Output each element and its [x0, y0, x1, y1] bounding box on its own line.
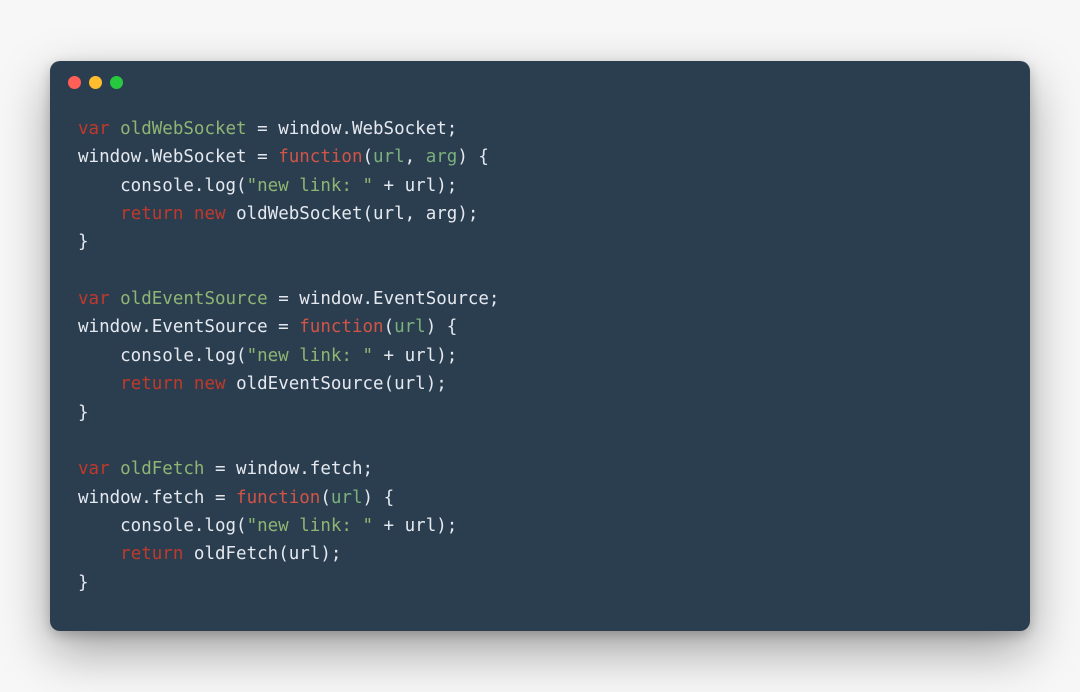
close-icon[interactable] [68, 76, 81, 89]
code-token-kw: new [194, 204, 226, 224]
code-block: var oldWebSocket = window.WebSocket; win… [50, 103, 1030, 631]
titlebar [50, 61, 1030, 103]
code-token-id: oldFetch(url); [183, 544, 341, 564]
code-token-kw: new [194, 374, 226, 394]
code-token-arg: url [394, 317, 426, 337]
code-token-id: ( [320, 488, 331, 508]
code-token-id: oldWebSocket(url, arg); [226, 204, 479, 224]
code-token-str: "new link: " [247, 516, 373, 536]
code-token-kw: var [78, 119, 110, 139]
code-token-id [110, 119, 121, 139]
code-token-id: console.log( [78, 346, 247, 366]
code-token-fn: function [236, 488, 320, 508]
code-token-arg: arg [426, 147, 458, 167]
code-token-id: window.WebSocket = [78, 147, 278, 167]
code-token-id [78, 204, 120, 224]
code-token-id: console.log( [78, 516, 247, 536]
code-token-id [78, 544, 120, 564]
code-token-id: } [78, 403, 89, 423]
code-token-kw: return [120, 374, 183, 394]
code-token-id [110, 289, 121, 309]
code-token-id [78, 374, 120, 394]
code-token-id: + url); [373, 516, 457, 536]
code-token-id: oldEventSource(url); [226, 374, 447, 394]
code-token-id: ) { [426, 317, 458, 337]
code-token-kw: return [120, 544, 183, 564]
code-token-id: + url); [373, 176, 457, 196]
code-token-id: , [405, 147, 426, 167]
code-token-decl: oldWebSocket [120, 119, 246, 139]
code-token-id: ) { [457, 147, 489, 167]
zoom-icon[interactable] [110, 76, 123, 89]
code-token-kw: var [78, 459, 110, 479]
code-token-str: "new link: " [247, 346, 373, 366]
code-token-fn: function [299, 317, 383, 337]
code-token-id [183, 204, 194, 224]
code-token-decl: oldFetch [120, 459, 204, 479]
code-token-id: window.EventSource = [78, 317, 299, 337]
code-token-id: + url); [373, 346, 457, 366]
code-token-id: } [78, 573, 89, 593]
code-token-fn: function [278, 147, 362, 167]
code-token-id [183, 374, 194, 394]
code-token-id: ( [362, 147, 373, 167]
code-token-id: ( [384, 317, 395, 337]
page-frame: var oldWebSocket = window.WebSocket; win… [0, 0, 1080, 692]
code-token-id: } [78, 232, 89, 252]
code-window: var oldWebSocket = window.WebSocket; win… [50, 61, 1030, 631]
code-token-id: = window.EventSource; [268, 289, 500, 309]
code-token-id: ) { [363, 488, 395, 508]
code-token-kw: return [120, 204, 183, 224]
code-token-id: window.fetch = [78, 488, 236, 508]
code-token-arg: url [373, 147, 405, 167]
code-token-id: = window.WebSocket; [247, 119, 458, 139]
code-token-id: console.log( [78, 176, 247, 196]
code-token-arg: url [331, 488, 363, 508]
code-token-kw: var [78, 289, 110, 309]
code-token-str: "new link: " [247, 176, 373, 196]
minimize-icon[interactable] [89, 76, 102, 89]
code-token-decl: oldEventSource [120, 289, 268, 309]
code-token-id: = window.fetch; [204, 459, 373, 479]
code-token-id [110, 459, 121, 479]
